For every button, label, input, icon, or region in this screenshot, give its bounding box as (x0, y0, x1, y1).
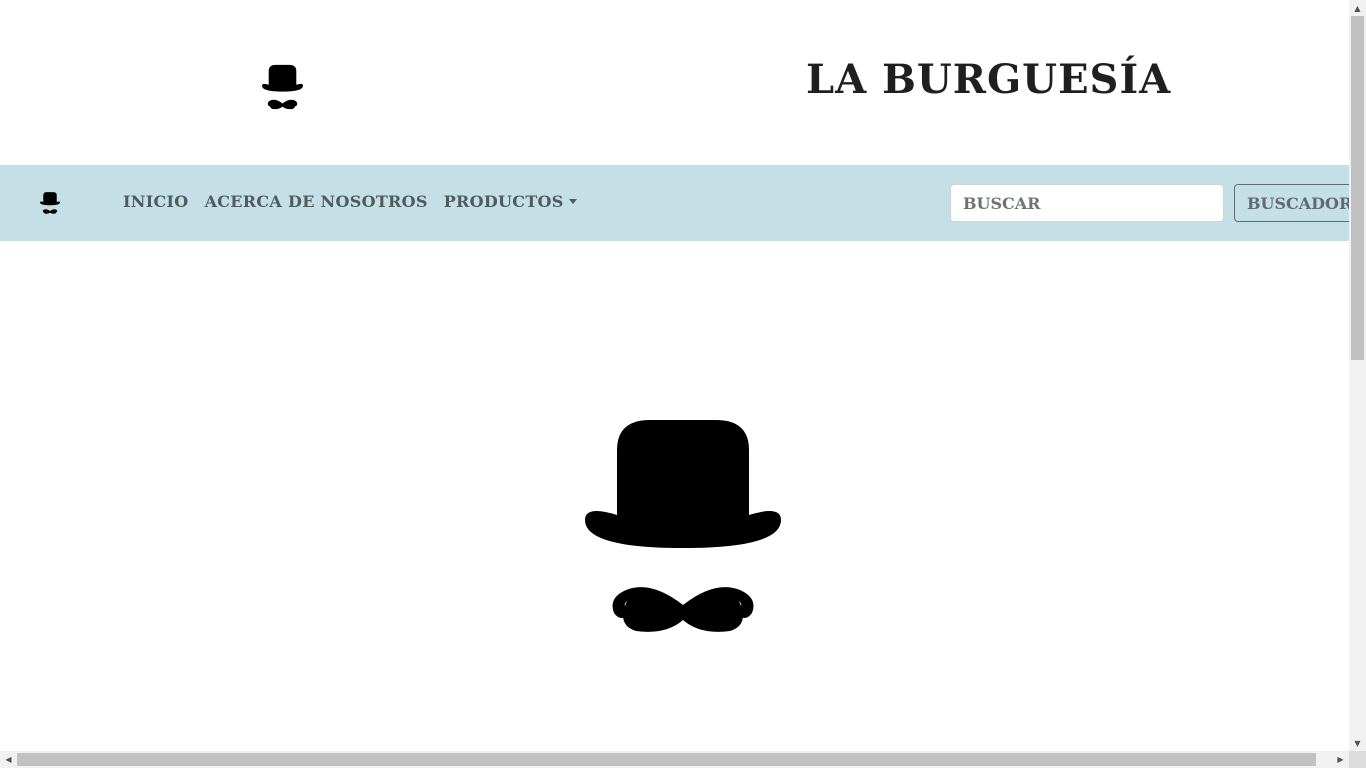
scroll-down-icon[interactable]: ▼ (1349, 735, 1366, 751)
nav-link-productos-dropdown[interactable]: PRODUCTOS (444, 192, 577, 211)
scroll-left-icon[interactable]: ◀ (0, 751, 17, 768)
horizontal-scroll-thumb[interactable] (17, 753, 1316, 766)
nav-link-acerca-de-nosotros[interactable]: ACERCA DE NOSOTROS (205, 192, 428, 211)
scroll-right-icon[interactable]: ▶ (1332, 751, 1349, 768)
vertical-scroll-thumb[interactable] (1351, 16, 1364, 360)
bowler-hat-mustache-icon (262, 64, 303, 110)
search-input[interactable] (950, 184, 1224, 222)
page-viewport: LA BURGUESÍA INICIO ACERCA DE NOSOTROS P… (0, 0, 1349, 751)
nav-link-label: PRODUCTOS (443, 192, 564, 211)
scrollbar-corner (1349, 751, 1366, 768)
site-title: LA BURGUESÍA (806, 56, 1172, 103)
nav-links: INICIO ACERCA DE NOSOTROS PRODUCTOS (123, 192, 577, 211)
vertical-scrollbar[interactable]: ▲ ▼ (1349, 0, 1366, 751)
site-header: LA BURGUESÍA (0, 0, 1349, 165)
horizontal-scrollbar[interactable]: ◀ ▶ (0, 751, 1349, 768)
nav-link-inicio[interactable]: INICIO (123, 192, 189, 211)
nav-link-label: INICIO (123, 192, 189, 211)
caret-down-icon (568, 199, 577, 204)
navbar-brand-icon[interactable] (40, 192, 60, 214)
hero-bowler-hat-mustache-icon (585, 420, 781, 632)
scroll-up-icon[interactable]: ▲ (1349, 0, 1366, 16)
nav-link-label: ACERCA DE NOSOTROS (204, 192, 428, 211)
search-button[interactable]: BUSCADOR (1234, 184, 1349, 222)
